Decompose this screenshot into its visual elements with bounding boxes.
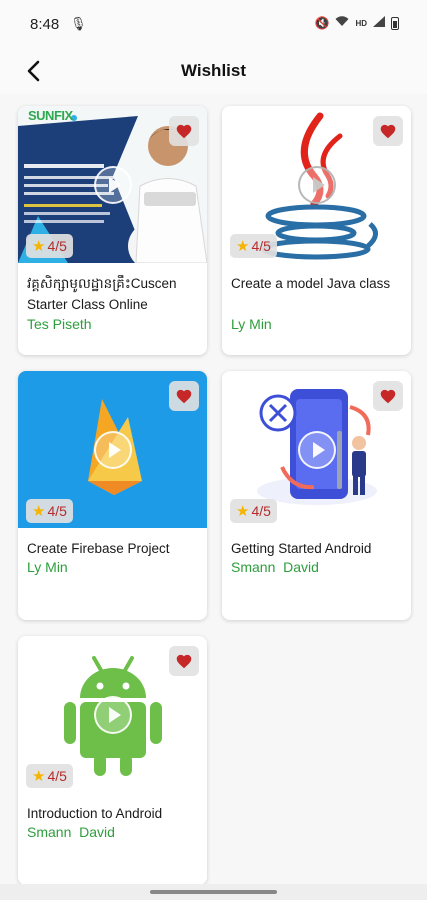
play-icon	[108, 707, 121, 723]
course-author: Ly Min	[27, 559, 68, 575]
mic-icon: 🎙	[70, 16, 87, 31]
star-icon: ★	[32, 767, 46, 785]
course-title: Getting Started Android	[231, 541, 372, 556]
wishlist-heart-button[interactable]	[169, 646, 199, 676]
course-thumbnail: ★ 4/5	[18, 371, 207, 528]
course-title: វគ្គសិក្សាមូលដ្ឋានគ្រឹះCuscen Starter Cl…	[27, 276, 177, 312]
wishlist-heart-button[interactable]	[373, 116, 403, 146]
course-thumbnail: ★ 4/5	[222, 371, 411, 528]
heart-icon	[176, 654, 192, 669]
app-bar: Wishlist	[0, 50, 427, 94]
course-card[interactable]: ★ 4/5 Create Firebase Project Ly Min	[18, 371, 207, 620]
star-icon: ★	[32, 237, 46, 255]
course-card[interactable]: ★ 4/5 Getting Started Android Smann Davi…	[222, 371, 411, 620]
star-icon: ★	[32, 502, 46, 520]
course-author: Ly Min	[231, 316, 272, 332]
course-author: Tes Piseth	[27, 316, 92, 332]
rating-badge: ★ 4/5	[230, 234, 277, 258]
heart-icon	[380, 389, 396, 404]
status-bar: 8:48 🎙 🔇 HD	[0, 0, 427, 50]
page-title: Wishlist	[180, 61, 247, 80]
play-button[interactable]	[94, 696, 132, 734]
signal-icon	[373, 16, 385, 30]
mute-icon: 🔇	[314, 16, 330, 30]
play-button[interactable]	[94, 166, 132, 204]
heart-icon	[380, 124, 396, 139]
heart-icon	[176, 124, 192, 139]
star-icon: ★	[236, 237, 250, 255]
heart-icon	[176, 389, 192, 404]
system-nav-bar	[0, 884, 427, 900]
course-card[interactable]: ★ 4/5 Create a model Java class Ly Min	[222, 106, 411, 355]
play-icon	[108, 442, 121, 458]
play-icon	[312, 442, 325, 458]
home-indicator[interactable]	[150, 890, 277, 894]
course-card[interactable]: ★ 4/5 Introduction to Android Smann Davi…	[18, 636, 207, 885]
rating-value: 4/5	[251, 238, 271, 254]
course-card[interactable]: SUNFIX ★ 4/5 វគ្គសិក្សាមូលដ្ឋានគ្រឹះCusc…	[18, 106, 207, 355]
course-thumbnail: ★ 4/5	[222, 106, 411, 263]
status-icons: 🔇 HD	[314, 16, 399, 30]
course-thumbnail: ★ 4/5	[18, 636, 207, 793]
rating-value: 4/5	[251, 503, 271, 519]
rating-badge: ★ 4/5	[26, 499, 73, 523]
course-author: Smann David	[231, 559, 319, 575]
course-title: Create a model Java class	[231, 276, 391, 291]
status-time: 8:48	[30, 16, 60, 33]
network-label: HD	[355, 18, 367, 28]
course-thumbnail: SUNFIX ★ 4/5	[18, 106, 207, 263]
star-icon: ★	[236, 502, 250, 520]
wishlist-heart-button[interactable]	[373, 381, 403, 411]
wishlist-heart-button[interactable]	[169, 116, 199, 146]
course-title: Introduction to Android	[27, 806, 163, 821]
play-button[interactable]	[298, 166, 336, 204]
course-title: Create Firebase Project	[27, 541, 170, 556]
rating-badge: ★ 4/5	[26, 234, 73, 258]
battery-icon	[391, 16, 399, 30]
rating-value: 4/5	[47, 768, 67, 784]
rating-value: 4/5	[47, 238, 67, 254]
course-author: Smann David	[27, 824, 115, 840]
play-icon	[108, 177, 121, 193]
rating-value: 4/5	[47, 503, 67, 519]
play-button[interactable]	[298, 431, 336, 469]
rating-badge: ★ 4/5	[26, 764, 73, 788]
brand-logo: SUNFIX	[28, 108, 73, 123]
wifi-icon	[335, 16, 349, 30]
wishlist-heart-button[interactable]	[169, 381, 199, 411]
play-button[interactable]	[94, 431, 132, 469]
rating-badge: ★ 4/5	[230, 499, 277, 523]
play-icon	[312, 177, 325, 193]
